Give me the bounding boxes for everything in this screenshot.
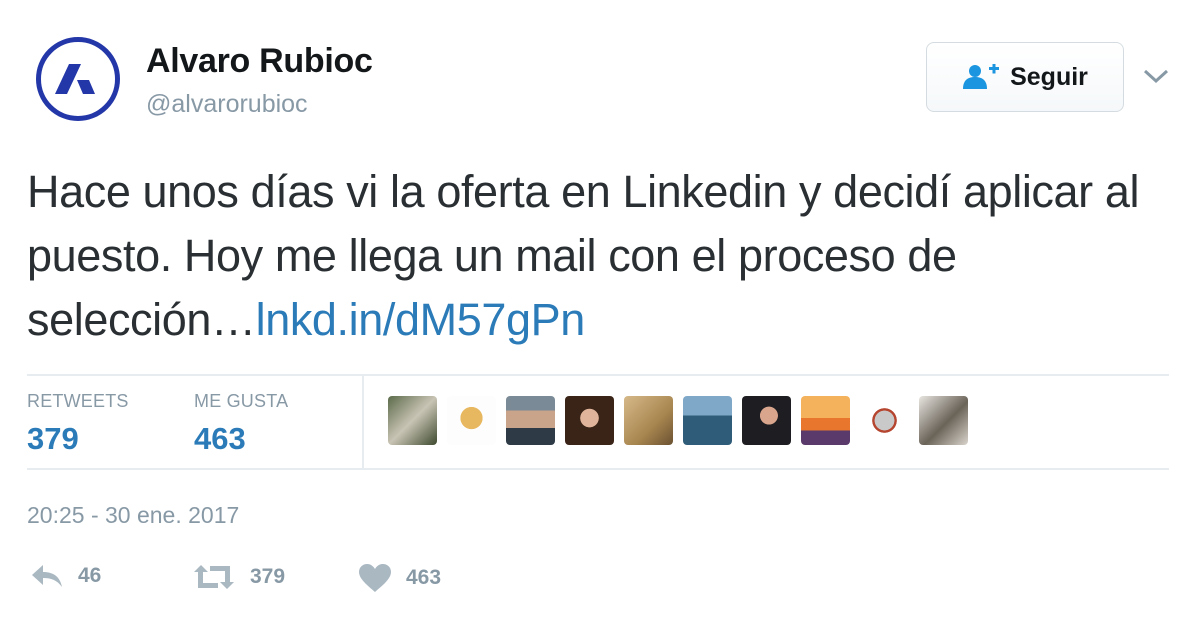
reply-count: 46 [78, 564, 102, 587]
liker-avatar[interactable] [447, 396, 496, 445]
like-button[interactable]: 463 [358, 563, 441, 593]
user-handle[interactable]: @alvarorubioc [146, 90, 308, 119]
divider [27, 468, 1169, 470]
liker-avatar[interactable] [742, 396, 791, 445]
reply-icon [32, 565, 62, 587]
follow-button-label: Seguir [1010, 62, 1088, 91]
likers-list [388, 396, 968, 445]
tweet-timestamp[interactable]: 20:25 - 30 ene. 2017 [27, 502, 239, 529]
user-name[interactable]: Alvaro Rubioc [146, 42, 373, 81]
add-user-icon [963, 64, 1000, 89]
retweet-count: 379 [250, 565, 286, 588]
retweets-label: RETWEETS [27, 391, 129, 411]
liker-avatar[interactable] [388, 396, 437, 445]
likes-value: 463 [194, 421, 246, 456]
reply-button[interactable]: 46 [30, 563, 101, 589]
divider [27, 374, 1169, 376]
likes-label: ME GUSTA [194, 391, 289, 411]
chevron-down-icon [1143, 69, 1169, 84]
retweets-value: 379 [27, 421, 79, 456]
retweet-icon [194, 565, 234, 589]
more-options-button[interactable] [1142, 66, 1170, 86]
retweet-button[interactable]: 379 [192, 563, 285, 591]
liker-avatar[interactable] [565, 396, 614, 445]
retweets-stat[interactable]: RETWEETS 379 [27, 391, 129, 457]
heart-icon [359, 564, 391, 592]
follow-button[interactable]: Seguir [926, 42, 1124, 112]
stats-separator [362, 376, 364, 470]
liker-avatar[interactable] [919, 396, 968, 445]
tweet-text: Hace unos días vi la oferta en Linkedin … [27, 160, 1177, 352]
likes-stat[interactable]: ME GUSTA 463 [194, 391, 288, 457]
liker-avatar[interactable] [683, 396, 732, 445]
letter-a-logo-icon [55, 64, 95, 94]
liker-avatar[interactable] [624, 396, 673, 445]
liker-avatar[interactable] [506, 396, 555, 445]
liker-avatar[interactable] [801, 396, 850, 445]
tweet-link[interactable]: lnkd.in/dM57gPn [256, 294, 586, 345]
avatar[interactable] [36, 37, 120, 121]
like-count: 463 [406, 566, 442, 589]
liker-avatar[interactable] [860, 396, 909, 445]
